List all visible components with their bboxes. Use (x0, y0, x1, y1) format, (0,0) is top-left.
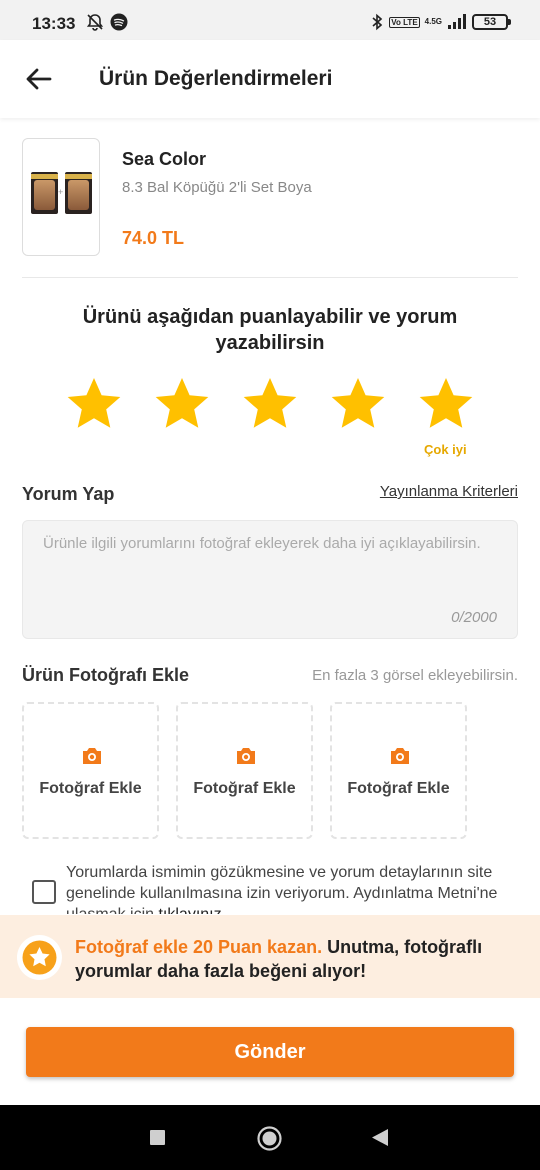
battery-icon: 53 (472, 14, 511, 30)
char-counter: 0/2000 (451, 609, 497, 626)
arrow-left-icon[interactable] (22, 62, 56, 96)
star-rating (66, 376, 476, 434)
promo-text: Fotoğraf ekle 20 Puan kazan. Unutma, fot… (75, 935, 515, 983)
product-plus: + (58, 187, 64, 197)
product-box-left (31, 172, 58, 214)
product-box-right (65, 172, 92, 214)
product-image: + (22, 138, 100, 256)
comment-input[interactable] (43, 534, 497, 604)
add-photo-label: Fotoğraf Ekle (347, 780, 450, 797)
star-2-icon[interactable] (154, 376, 210, 432)
consent-text-body: Yorumlarda ismimin gözükmesine ve yorum … (66, 864, 498, 914)
add-photo-button-2[interactable]: Fotoğraf Ekle (176, 702, 313, 839)
star-3-icon[interactable] (242, 376, 298, 432)
comment-box: 0/2000 (22, 520, 518, 639)
product-name: 8.3 Bal Köpüğü 2'li Set Boya (122, 179, 312, 196)
status-bar: 13:33 Vo LTE 4.5G 53 (0, 0, 540, 40)
star-4-icon[interactable] (330, 376, 386, 432)
comment-section-title: Yorum Yap (22, 484, 115, 504)
consent-row: Yorumlarda ismimin gözükmesine ve yorum … (30, 862, 520, 914)
product-brand: Sea Color (122, 149, 207, 169)
star-5-icon[interactable] (418, 376, 474, 432)
back-nav-icon[interactable] (372, 1129, 388, 1146)
add-photo-button-1[interactable]: Fotoğraf Ekle (22, 702, 159, 839)
product-price: 74.0 TL (122, 228, 185, 248)
consent-checkbox[interactable] (32, 880, 56, 904)
publication-criteria-link[interactable]: Yayınlanma Kriterleri (380, 483, 518, 500)
star-1-icon[interactable] (66, 376, 122, 432)
submit-button[interactable]: Gönder (26, 1027, 514, 1077)
signal-icon (448, 14, 466, 29)
mute-bell-icon (86, 14, 104, 31)
status-right-icons: Vo LTE 4.5G 53 (370, 13, 511, 31)
camera-icon (391, 748, 409, 764)
system-nav-bar (0, 1105, 540, 1170)
app-bar: Ürün Değerlendirmeleri (0, 40, 540, 118)
network-type: 4.5G (424, 17, 442, 26)
volte-indicator: Vo LTE (389, 16, 420, 28)
photo-section-title: Ürün Fotoğrafı Ekle (22, 665, 190, 685)
consent-text: Yorumlarda ismimin gözükmesine ve yorum … (66, 862, 516, 914)
promo-banner: Fotoğraf ekle 20 Puan kazan. Unutma, fot… (0, 915, 540, 998)
status-left-icons (86, 13, 128, 31)
add-photo-label: Fotoğraf Ekle (39, 780, 142, 797)
camera-icon (83, 748, 101, 764)
photo-hint: En fazla 3 görsel ekleyebilirsin. (312, 667, 518, 684)
promo-highlight: Fotoğraf ekle 20 Puan kazan. (75, 937, 323, 957)
page-title: Ürün Değerlendirmeleri (99, 67, 333, 90)
camera-icon (237, 748, 255, 764)
disclosure-link[interactable]: tıklayınız (158, 906, 221, 914)
status-time: 13:33 (32, 14, 76, 33)
star-badge-icon (17, 935, 62, 980)
spotify-icon (110, 13, 128, 31)
rating-label: Çok iyi (424, 442, 467, 457)
product-card: + Sea Color 8.3 Bal Köpüğü 2'li Set Boya… (22, 138, 518, 278)
rating-prompt: Ürünü aşağıdan puanlayabilir ve yorum ya… (82, 306, 458, 354)
bluetooth-icon (372, 13, 383, 31)
home-icon[interactable] (257, 1126, 282, 1151)
add-photo-label: Fotoğraf Ekle (193, 780, 296, 797)
recent-apps-icon[interactable] (150, 1130, 165, 1145)
add-photo-button-3[interactable]: Fotoğraf Ekle (330, 702, 467, 839)
